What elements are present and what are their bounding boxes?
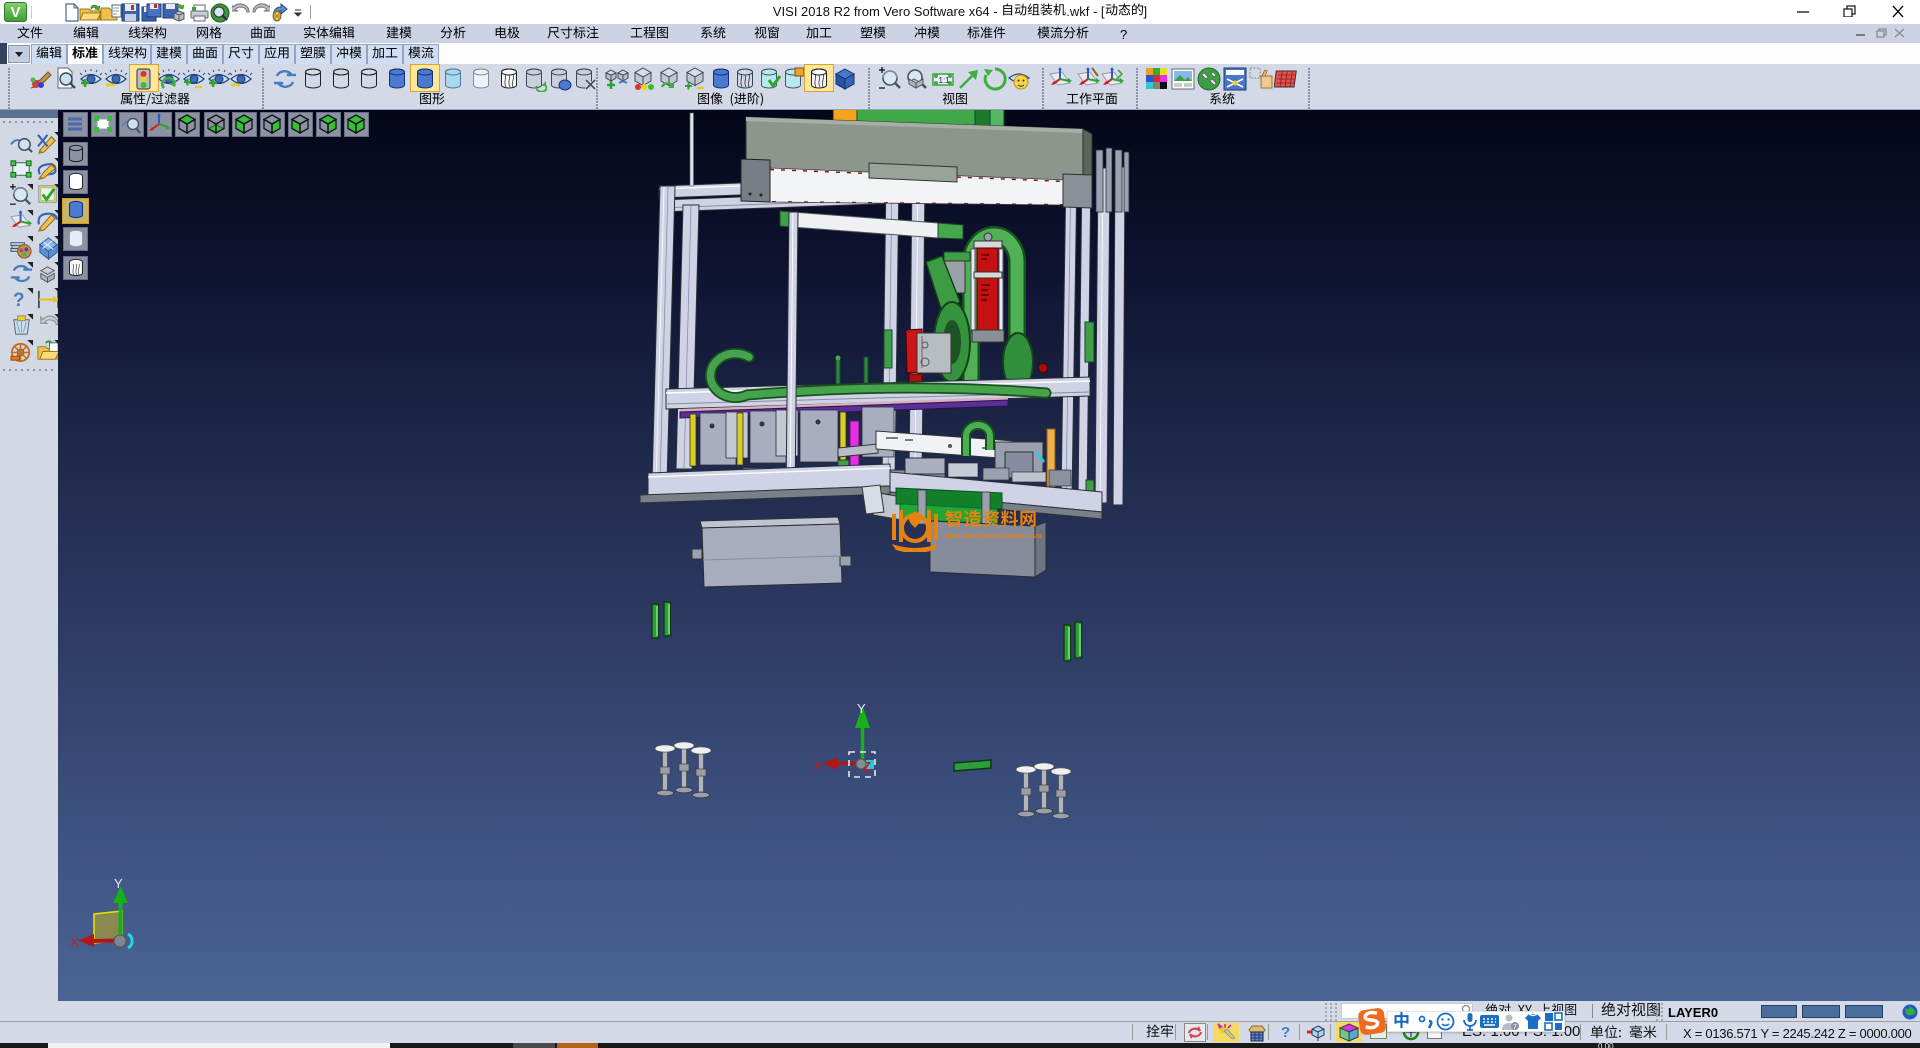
- svg-text:X: X: [813, 758, 822, 773]
- svg-text:7: 7: [1513, 1024, 1517, 1031]
- svg-text:1:1: 1:1: [939, 76, 951, 85]
- svg-text:X: X: [70, 935, 79, 950]
- svg-text:?: ?: [13, 290, 25, 311]
- svg-text:Y: Y: [114, 876, 123, 891]
- svg-text:Y: Y: [857, 701, 866, 716]
